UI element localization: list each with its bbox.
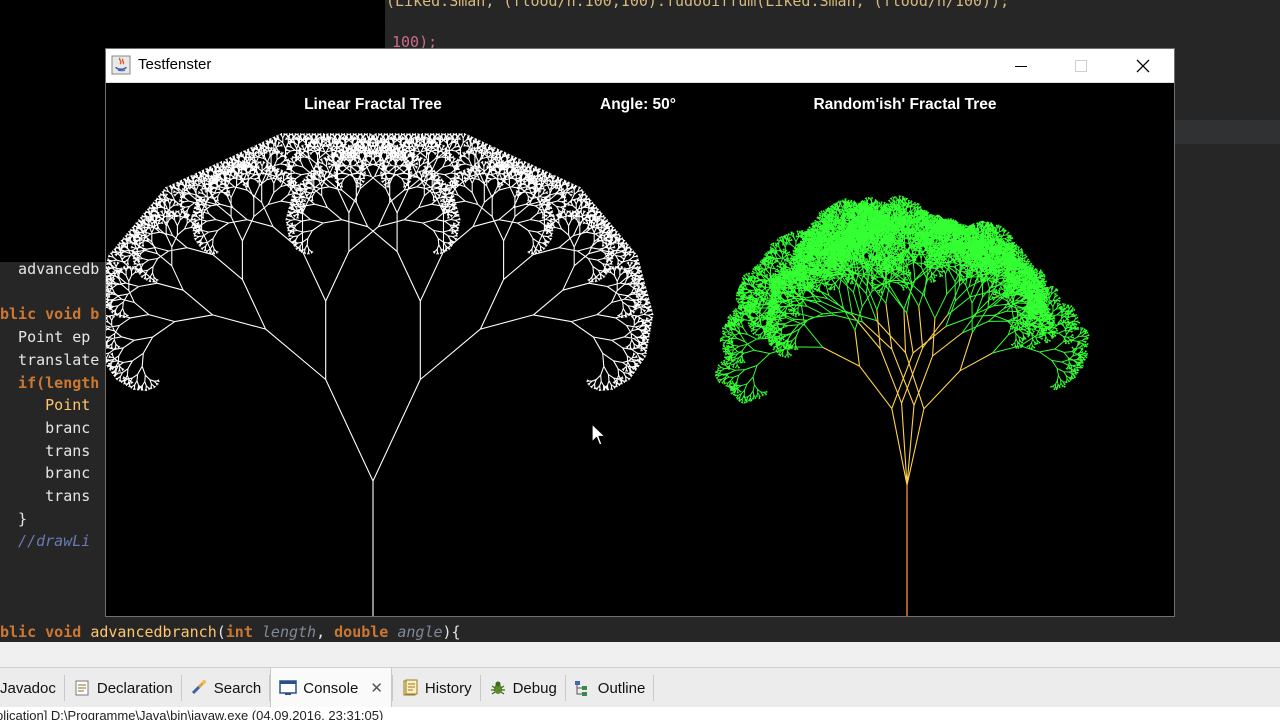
declaration-icon [73, 679, 91, 697]
close-button[interactable] [1113, 49, 1173, 82]
search-icon [190, 679, 208, 697]
tab-history[interactable]: History [393, 668, 480, 708]
console-icon [279, 679, 298, 697]
tab-outline-label: Outline [597, 679, 646, 697]
tab-console-label: Console [303, 679, 359, 697]
java-icon [111, 55, 131, 75]
fractal-trees-drawing [106, 133, 1090, 616]
console-output: plication] D:\Programme\Java\bin\javaw.e… [0, 707, 1280, 720]
tab-javadoc[interactable]: Javadoc [0, 668, 64, 708]
ide-view-tabs: Javadoc Declaration Search Console ✕ His… [0, 667, 1280, 708]
random-tree-foliage [714, 195, 1090, 404]
tab-separator [653, 675, 655, 701]
tab-debug[interactable]: Debug [481, 668, 565, 708]
linear-tree-label: Linear Fractal Tree [304, 96, 442, 113]
tab-outline[interactable]: Outline [566, 668, 654, 708]
tab-search[interactable]: Search [182, 668, 270, 708]
tab-declaration-label: Declaration [96, 679, 173, 697]
random-tree-label: Random'ish' Fractal Tree [813, 96, 997, 113]
java-window: Testfenster Linear Fractal Tree Angle: 5… [106, 49, 1174, 616]
tab-console[interactable]: Console ✕ [270, 668, 392, 708]
tab-debug-label: Debug [512, 679, 557, 697]
window-title: Testfenster [138, 56, 212, 73]
code-method-signature: blic void advancedbranch(int length, dou… [0, 623, 461, 641]
outline-icon [574, 679, 592, 697]
code-line-top: (Liked.Sman, (flood/n.100,100).fudooiffu… [386, 0, 1010, 10]
tab-history-label: History [424, 679, 472, 697]
close-icon[interactable]: ✕ [370, 679, 383, 697]
code-left-lines: advancedb blic void b Point ep translate… [0, 260, 100, 551]
window-titlebar[interactable]: Testfenster [106, 49, 1174, 83]
debug-icon [489, 679, 507, 697]
editor-scroll-strip [0, 642, 1280, 667]
history-icon [401, 679, 419, 697]
minimize-button[interactable] [991, 49, 1051, 82]
linear-fractal-tree [106, 133, 654, 616]
maximize-button[interactable] [1051, 49, 1111, 82]
tab-javadoc-label: Javadoc [0, 679, 56, 697]
tab-declaration[interactable]: Declaration [65, 668, 181, 708]
angle-label: Angle: 50° [600, 96, 676, 113]
minimize-icon [1015, 65, 1027, 67]
maximize-icon [1075, 59, 1087, 72]
current-line-highlight [1172, 120, 1280, 144]
close-icon [1136, 59, 1150, 72]
drawing-canvas: Linear Fractal Tree Angle: 50° Random'is… [106, 83, 1174, 616]
mouse-cursor-icon [591, 423, 606, 446]
tab-search-label: Search [213, 679, 262, 697]
